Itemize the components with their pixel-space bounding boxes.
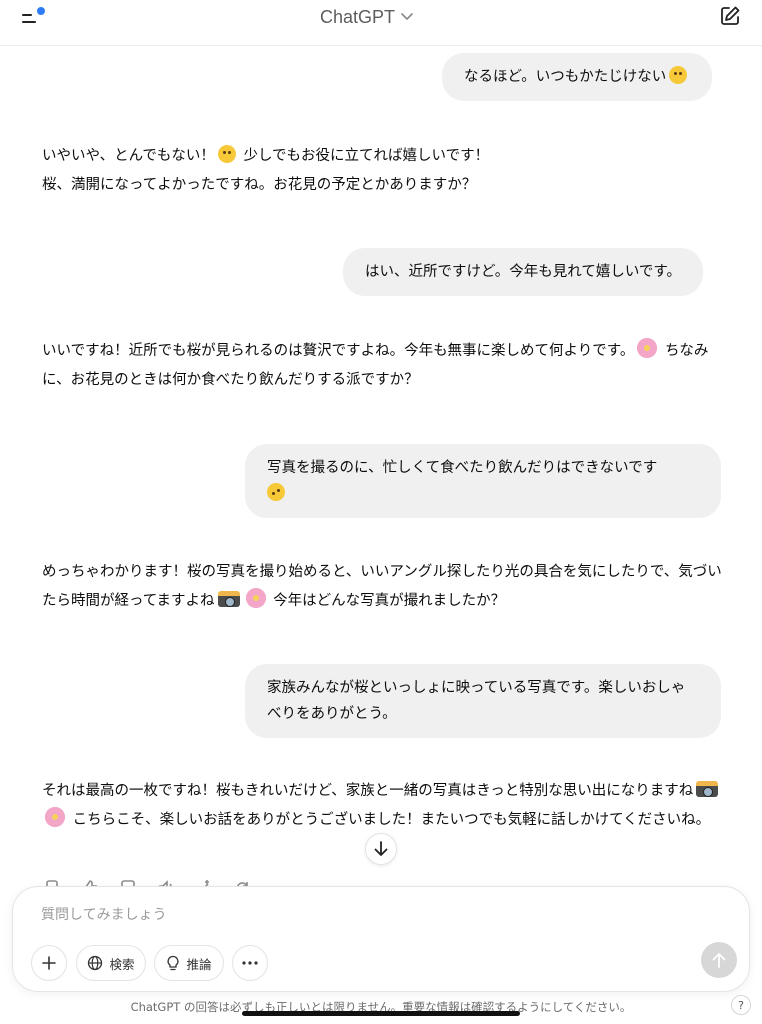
laughing-emoji xyxy=(217,145,236,163)
globe-icon xyxy=(88,955,103,971)
cherry-blossom-emoji xyxy=(245,588,266,608)
message-input[interactable] xyxy=(41,905,691,925)
message-action-bar xyxy=(42,878,252,886)
arrow-down-icon xyxy=(374,841,388,856)
speaker-icon[interactable] xyxy=(156,878,176,886)
cherry-blossom-emoji xyxy=(45,807,65,827)
sidebar-toggle-button[interactable] xyxy=(18,6,52,36)
notification-dot xyxy=(37,7,45,15)
assistant-message: めっちゃわかります！桜の写真を撮り始めると、いいアングル探したり光の具合を気にし… xyxy=(42,564,722,609)
compose-icon xyxy=(721,6,740,25)
reason-button-label: 推論 xyxy=(186,956,212,972)
composer: 検索 推論 xyxy=(12,886,750,992)
sidebar-menu-icon xyxy=(22,14,36,23)
camera-flash-emoji xyxy=(696,781,719,797)
grinning-sweat-emoji xyxy=(669,66,688,84)
user-message: なるほど。いつもかたじけない xyxy=(442,53,713,101)
user-message: 写真を撮るのに、忙しくて食べたり飲んだりはできないです xyxy=(245,444,721,518)
conversation: なるほど。いつもかたじけない いやいや、とんでもない！ 少しでもお役に立てれば嬉… xyxy=(0,46,762,886)
assistant-message: いいですね！近所でも桜が見られるのは贅沢ですよね。今年も無事に楽しめて何よりです… xyxy=(42,337,722,395)
user-message: 家族みんなが桜といっしょに映っている写真です。楽しいおしゃべりをありがとう。 xyxy=(245,664,721,738)
regenerate-icon[interactable] xyxy=(232,878,252,886)
top-bar: ChatGPT xyxy=(0,0,762,46)
search-button-label: 検索 xyxy=(109,956,135,972)
thumbs-down-icon[interactable] xyxy=(118,878,138,886)
thumbs-up-icon[interactable] xyxy=(80,878,100,886)
camera-flash-emoji xyxy=(217,591,240,607)
app-title: ChatGPT xyxy=(320,6,396,27)
model-selector[interactable]: ChatGPT xyxy=(320,4,413,30)
send-button[interactable] xyxy=(701,942,737,978)
assistant-message: それは最高の一枚ですね！桜もきれいだけど、家族と一緒の写真はきっと特別な思い出に… xyxy=(42,777,722,835)
plus-icon xyxy=(42,956,56,970)
copy-icon[interactable] xyxy=(42,878,62,886)
lightbulb-icon xyxy=(168,955,179,971)
search-button[interactable]: 検索 xyxy=(76,945,146,981)
home-indicator xyxy=(242,1011,520,1016)
reason-button[interactable]: 推論 xyxy=(154,945,224,981)
scroll-to-bottom-button[interactable] xyxy=(365,833,397,865)
chevron-down-icon xyxy=(401,13,413,21)
assistant-message: いやいや、とんでもない！ 少しでもお役に立てれば嬉しいです！ 桜、満開になってよ… xyxy=(42,142,722,200)
new-chat-button[interactable] xyxy=(718,4,742,28)
more-tools-button[interactable] xyxy=(232,945,268,981)
help-button[interactable]: ? xyxy=(731,995,751,1015)
arrow-up-icon xyxy=(712,953,726,968)
crying-emoji xyxy=(267,483,285,501)
user-message: はい、近所ですけど。今年も見れて嬉しいです。 xyxy=(343,248,703,296)
ellipsis-icon xyxy=(242,961,258,965)
sparkle-edit-icon[interactable] xyxy=(194,878,214,886)
cherry-blossom-emoji xyxy=(637,338,658,358)
attach-button[interactable] xyxy=(31,945,67,981)
